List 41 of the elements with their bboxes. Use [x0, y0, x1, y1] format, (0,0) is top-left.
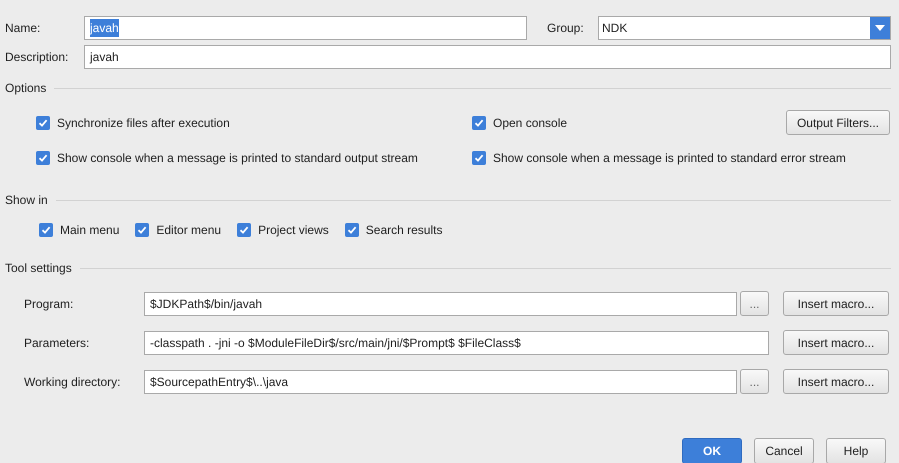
dropdown[interactable]: NDK	[598, 16, 891, 40]
caret-icon	[870, 17, 890, 39]
section-title: Show in	[5, 192, 48, 209]
dialog-button[interactable]: OK	[682, 438, 742, 463]
field-label: Group:	[547, 20, 585, 37]
insert-macro-button[interactable]: Insert macro...	[783, 330, 889, 355]
field-label: Name:	[5, 20, 42, 37]
checkbox-label: Synchronize files after execution	[57, 114, 230, 132]
checkbox[interactable]	[36, 116, 50, 130]
checkbox[interactable]	[36, 151, 50, 165]
insert-macro-button[interactable]: Insert macro...	[783, 369, 889, 394]
dialog-button[interactable]: Cancel	[754, 438, 814, 463]
field-label: Working directory:	[24, 374, 122, 390]
checkbox-label: Search results	[366, 222, 442, 239]
input-field[interactable]: javah	[84, 16, 527, 40]
checkbox-label: Show console when a message is printed to standard output stream	[57, 150, 418, 167]
button[interactable]: ...	[740, 369, 769, 394]
insert-macro-button[interactable]: Insert macro...	[783, 291, 889, 316]
checkbox-label: Open console	[493, 114, 568, 132]
field-label: Description:	[5, 49, 70, 66]
checkbox[interactable]	[135, 223, 150, 237]
field-label: Program:	[24, 296, 74, 312]
checkbox-label: Main menu	[60, 222, 120, 239]
input-field[interactable]: javah	[84, 45, 891, 69]
output-filters-button[interactable]: Output Filters...	[786, 110, 890, 135]
button[interactable]: ...	[740, 291, 769, 316]
checkbox[interactable]	[237, 223, 252, 237]
checkbox[interactable]	[472, 116, 486, 130]
input-field[interactable]: $JDKPath$/bin/javah	[144, 292, 737, 316]
section-title: Options	[5, 80, 46, 97]
checkbox[interactable]	[39, 223, 53, 237]
input-field[interactable]: $SourcepathEntry$\..\java	[144, 370, 737, 394]
dialog-button[interactable]: Help	[826, 438, 886, 463]
checkbox-label: Show console when a message is printed to standard error stream	[493, 150, 846, 167]
section-title: Tool settings	[5, 260, 72, 277]
field-label: Parameters:	[24, 334, 90, 352]
checkbox-label: Editor menu	[156, 222, 222, 239]
checkbox[interactable]	[344, 223, 359, 237]
checkbox-label: Project views	[258, 222, 329, 239]
input-field[interactable]: -classpath . -jni -o $ModuleFileDir$/src/main/jni/$Prompt$ $FileClass$	[144, 330, 769, 354]
checkbox[interactable]	[472, 151, 486, 165]
